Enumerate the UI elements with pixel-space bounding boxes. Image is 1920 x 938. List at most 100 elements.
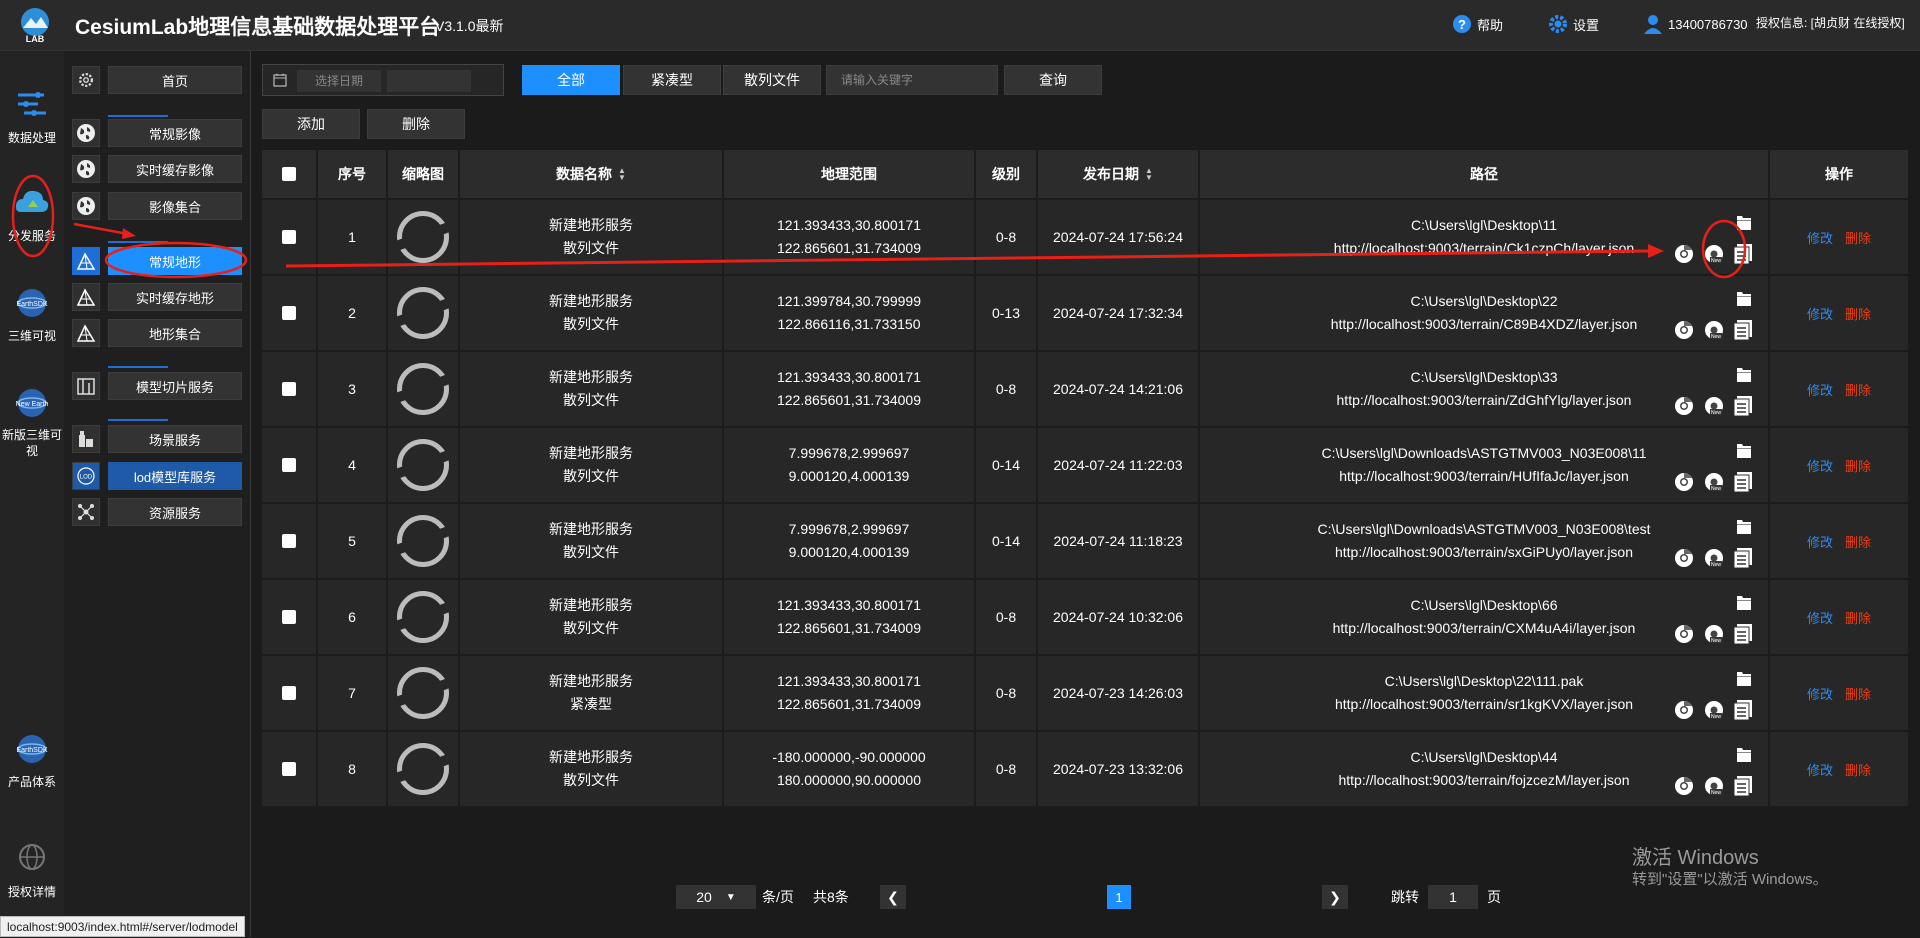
page-size-select[interactable]: 20 ▼ <box>676 885 756 909</box>
license-info[interactable]: 授权信息: [胡贞财 在线授权] <box>1756 14 1905 31</box>
edit-link[interactable]: 修改 <box>1807 532 1833 551</box>
row-service-url[interactable]: http://localhost:9003/terrain/HUfIfaJc/l… <box>1339 465 1628 488</box>
table-row[interactable]: 6 新建地形服务 散列文件 121.393433,30.800171 122.86560… <box>262 580 1908 654</box>
subnav-item-resource[interactable]: 资源服务 <box>72 498 242 526</box>
subnav-item-terrain-collection[interactable]: 地形集合 <box>72 319 242 347</box>
row-service-url[interactable]: http://localhost:9003/terrain/Ck1czpCh/l… <box>1334 237 1634 260</box>
open-folder-icon[interactable] <box>1737 518 1751 534</box>
new-preview-icon[interactable]: New <box>1704 548 1724 568</box>
table-row[interactable]: 2 新建地形服务 散列文件 121.399784,30.799999 122.86611… <box>262 276 1908 350</box>
delete-link[interactable]: 删除 <box>1845 684 1871 703</box>
open-folder-icon[interactable] <box>1737 746 1751 762</box>
rail-item-3d-view[interactable]: EarthSDK 三维可视 <box>0 285 64 344</box>
row-service-url[interactable]: http://localhost:9003/terrain/CXM4uA4i/l… <box>1333 617 1636 640</box>
row-service-url[interactable]: http://localhost:9003/terrain/ZdGhfYlg/l… <box>1337 389 1632 412</box>
chrome-preview-icon[interactable] <box>1674 776 1694 796</box>
open-folder-icon[interactable] <box>1737 366 1751 382</box>
jump-page-input[interactable]: 1 <box>1428 885 1478 909</box>
chrome-preview-icon[interactable] <box>1674 624 1694 644</box>
open-folder-icon[interactable] <box>1737 442 1751 458</box>
copy-url-icon[interactable] <box>1733 776 1752 797</box>
edit-link[interactable]: 修改 <box>1807 304 1833 323</box>
edit-link[interactable]: 修改 <box>1807 684 1833 703</box>
rail-item-data-process[interactable]: 数据处理 <box>0 87 64 146</box>
new-preview-icon[interactable]: New <box>1704 320 1724 340</box>
row-checkbox[interactable] <box>282 382 296 396</box>
row-checkbox[interactable] <box>282 230 296 244</box>
end-date-input[interactable] <box>387 70 471 92</box>
edit-link[interactable]: 修改 <box>1807 380 1833 399</box>
cesiumlab-logo[interactable]: LAB <box>14 6 56 44</box>
col-name[interactable]: 数据名称 ▲ ▼ <box>460 150 722 198</box>
query-button[interactable]: 查询 <box>1004 65 1102 95</box>
edit-link[interactable]: 修改 <box>1807 456 1833 475</box>
table-row[interactable]: 7 新建地形服务 紧凑型 121.393433,30.800171 122.865601… <box>262 656 1908 730</box>
new-preview-icon[interactable]: New <box>1704 624 1724 644</box>
row-service-url[interactable]: http://localhost:9003/terrain/sxGiPUy0/l… <box>1335 541 1633 564</box>
delete-link[interactable]: 删除 <box>1845 608 1871 627</box>
delete-link[interactable]: 删除 <box>1845 532 1871 551</box>
table-row[interactable]: 3 新建地形服务 散列文件 121.393433,30.800171 122.86560… <box>262 352 1908 426</box>
open-folder-icon[interactable] <box>1737 214 1751 230</box>
subnav-item-imagery-collection[interactable]: 影像集合 <box>72 192 242 220</box>
chrome-preview-icon[interactable] <box>1674 548 1694 568</box>
table-row[interactable]: 1 新建地形服务 散列文件 121.393433,30.800171 122.86560… <box>262 200 1908 274</box>
start-date-input[interactable]: 选择日期 <box>297 70 381 92</box>
new-preview-icon[interactable]: New <box>1704 776 1724 796</box>
subnav-item-realtime-imagery[interactable]: 实时缓存影像 <box>72 155 242 183</box>
edit-link[interactable]: 修改 <box>1807 760 1833 779</box>
edit-link[interactable]: 修改 <box>1807 228 1833 247</box>
filter-hash-tab[interactable]: 散列文件 <box>723 65 821 95</box>
open-folder-icon[interactable] <box>1737 670 1751 686</box>
copy-url-icon[interactable] <box>1733 320 1752 341</box>
open-folder-icon[interactable] <box>1737 290 1751 306</box>
row-checkbox[interactable] <box>282 534 296 548</box>
settings-link[interactable]: 设置 <box>1548 14 1599 34</box>
row-checkbox[interactable] <box>282 306 296 320</box>
new-preview-icon[interactable]: New <box>1704 244 1724 264</box>
help-link[interactable]: ? 帮助 <box>1452 14 1503 34</box>
page-number-current[interactable]: 1 <box>1107 885 1131 909</box>
filter-compact-tab[interactable]: 紧凑型 <box>623 65 721 95</box>
row-service-url[interactable]: http://localhost:9003/terrain/sr1kgKVX/l… <box>1335 693 1633 716</box>
prev-page-button[interactable]: ❮ <box>880 885 906 909</box>
row-checkbox[interactable] <box>282 686 296 700</box>
copy-url-icon[interactable] <box>1733 700 1752 721</box>
chrome-preview-icon[interactable] <box>1674 244 1694 264</box>
delete-button[interactable]: 删除 <box>367 109 465 139</box>
col-date[interactable]: 发布日期 ▲ ▼ <box>1038 150 1198 198</box>
new-preview-icon[interactable]: New <box>1704 472 1724 492</box>
keyword-search-input[interactable]: 请输入关键字 <box>826 65 998 95</box>
copy-url-icon[interactable] <box>1733 624 1752 645</box>
copy-url-icon[interactable] <box>1733 244 1752 265</box>
new-preview-icon[interactable]: New <box>1704 396 1724 416</box>
add-button[interactable]: 添加 <box>262 109 360 139</box>
copy-url-icon[interactable] <box>1733 548 1752 569</box>
row-checkbox[interactable] <box>282 762 296 776</box>
subnav-item-imagery[interactable]: 常规影像 <box>72 119 242 147</box>
next-page-button[interactable]: ❯ <box>1322 885 1348 909</box>
rail-item-new-3d-view[interactable]: New Earth 新版三维可视 <box>0 385 64 459</box>
subnav-item-scene[interactable]: 场景服务 <box>72 425 242 453</box>
chrome-preview-icon[interactable] <box>1674 320 1694 340</box>
row-service-url[interactable]: http://localhost:9003/terrain/fojzcezM/l… <box>1338 769 1629 792</box>
chrome-preview-icon[interactable] <box>1674 396 1694 416</box>
table-row[interactable]: 4 新建地形服务 散列文件 7.999678,2.999697 9.000120,4.0… <box>262 428 1908 502</box>
sort-icon[interactable]: ▲ ▼ <box>618 167 626 182</box>
delete-link[interactable]: 删除 <box>1845 760 1871 779</box>
sort-icon[interactable]: ▲ ▼ <box>1145 167 1153 182</box>
filter-all-tab[interactable]: 全部 <box>522 65 620 95</box>
chrome-preview-icon[interactable] <box>1674 700 1694 720</box>
chrome-preview-icon[interactable] <box>1674 472 1694 492</box>
subnav-item-model-tile[interactable]: 模型切片服务 <box>72 372 242 400</box>
delete-link[interactable]: 删除 <box>1845 228 1871 247</box>
delete-link[interactable]: 删除 <box>1845 304 1871 323</box>
subnav-item-lod-model[interactable]: LOD lod模型库服务 <box>72 462 242 490</box>
subnav-item-home[interactable]: 首页 <box>72 66 242 94</box>
row-checkbox[interactable] <box>282 610 296 624</box>
rail-item-distribution[interactable]: 分发服务 <box>0 185 64 244</box>
date-range-picker[interactable]: 选择日期 <box>262 64 504 96</box>
delete-link[interactable]: 删除 <box>1845 380 1871 399</box>
rail-item-products[interactable]: EarthSDK 产品体系 <box>0 731 64 790</box>
subnav-item-terrain[interactable]: 常规地形 <box>72 247 242 275</box>
